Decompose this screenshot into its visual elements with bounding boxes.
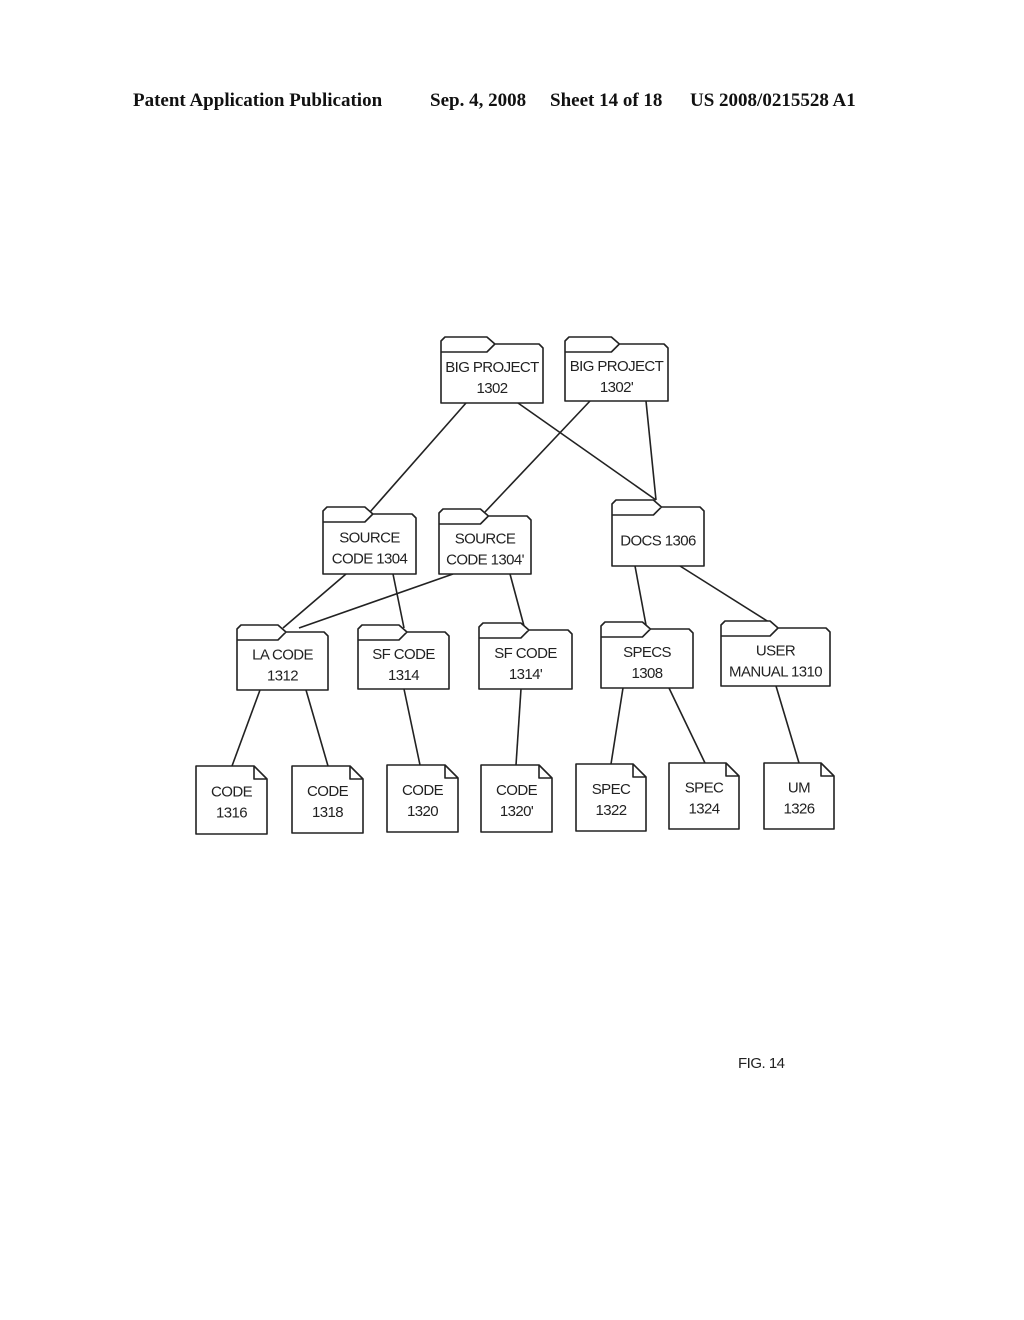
- folder-node-specs1308: SPECS 1308: [600, 621, 694, 689]
- file-node-code1318: CODE 1318: [291, 765, 364, 834]
- node-label: 1320': [500, 803, 534, 820]
- node-label: CODE: [211, 784, 253, 801]
- figure-label: FIG. 14: [738, 1055, 785, 1072]
- node-label: SF CODE: [494, 645, 557, 662]
- folder-node-sf1314: SF CODE 1314: [357, 624, 450, 690]
- file-node-spec1322: SPEC 1322: [575, 763, 647, 832]
- edge-um1310-to-um1326: [775, 685, 800, 764]
- edge-sf1314p-to-code1320p: [515, 688, 522, 766]
- edge-docs1306-to-specs1308: [634, 565, 647, 626]
- node-label: 1322: [596, 802, 627, 819]
- edge-sc1304-to-sf1314: [392, 573, 405, 629]
- node-label: 1326: [784, 801, 815, 818]
- folder-node-um1310: USER MANUAL 1310: [720, 620, 831, 687]
- node-label: SPEC: [685, 780, 724, 797]
- file-node-code1320: CODE 1320: [386, 764, 459, 833]
- edge-sc1304p-to-la1312: [298, 573, 454, 629]
- nodes: BIG PROJECT 1302 BIG PROJECT 1302' SOURCE COD…: [195, 336, 835, 835]
- edges: [231, 400, 800, 767]
- node-label: 1316: [216, 805, 247, 822]
- node-label: BIG PROJECT: [445, 359, 539, 376]
- node-label: 1314: [388, 667, 419, 684]
- tree-diagram: BIG PROJECT 1302 BIG PROJECT 1302' SOURCE COD…: [195, 336, 835, 835]
- node-label: 1320: [407, 803, 438, 820]
- node-label: 1314': [509, 666, 543, 683]
- file-node-spec1324: SPEC 1324: [668, 762, 740, 830]
- edge-bp1302-to-sc1304: [369, 402, 467, 513]
- file-node-um1326: UM 1326: [763, 762, 835, 830]
- node-label: 1324: [689, 801, 720, 818]
- folder-node-docs1306: DOCS 1306: [611, 499, 705, 567]
- node-label: 1302: [477, 380, 508, 397]
- edge-sc1304p-to-sf1314p: [509, 573, 525, 627]
- node-label: CODE 1304: [332, 551, 408, 568]
- node-label: CODE 1304': [446, 552, 524, 569]
- edge-docs1306-to-um1310: [679, 565, 773, 625]
- node-label: CODE: [402, 782, 444, 799]
- node-label: DOCS 1306: [620, 533, 696, 550]
- edge-sc1304-to-la1312: [282, 573, 347, 629]
- edge-bp1302p-to-docs1306: [645, 400, 657, 501]
- node-label: SOURCE: [339, 530, 400, 547]
- edge-la1312-to-code1316: [231, 689, 261, 767]
- node-label: MANUAL 1310: [729, 664, 822, 681]
- node-label: SF CODE: [372, 646, 435, 663]
- edge-sf1314-to-code1320: [403, 688, 421, 766]
- folder-node-bp1302: BIG PROJECT 1302: [440, 336, 544, 404]
- node-label: USER: [756, 643, 796, 660]
- node-label: 1308: [632, 665, 663, 682]
- node-label: SOURCE: [455, 531, 516, 548]
- folder-node-bp1302p: BIG PROJECT 1302': [564, 336, 669, 402]
- node-label: BIG PROJECT: [570, 358, 664, 375]
- file-node-code1320p: CODE 1320': [480, 764, 553, 833]
- node-label: 1318: [312, 804, 343, 821]
- edge-specs1308-to-spec1324: [668, 687, 706, 764]
- edge-bp1302-to-docs1306: [517, 402, 657, 501]
- edge-la1312-to-code1318: [305, 689, 329, 767]
- node-label: 1302': [600, 379, 634, 396]
- node-label: LA CODE: [252, 647, 313, 664]
- node-label: SPECS: [623, 644, 671, 661]
- node-label: CODE: [307, 783, 349, 800]
- folder-node-sc1304p: SOURCE CODE 1304': [438, 508, 532, 575]
- folder-node-la1312: LA CODE 1312: [236, 624, 329, 691]
- folder-node-sc1304: SOURCE CODE 1304: [322, 506, 417, 575]
- file-node-code1316: CODE 1316: [195, 765, 268, 835]
- folder-node-sf1314p: SF CODE 1314': [478, 622, 573, 690]
- node-label: UM: [788, 780, 810, 797]
- node-label: CODE: [496, 782, 538, 799]
- edge-specs1308-to-spec1322: [610, 687, 624, 765]
- node-label: SPEC: [592, 781, 631, 798]
- node-label: 1312: [267, 668, 298, 685]
